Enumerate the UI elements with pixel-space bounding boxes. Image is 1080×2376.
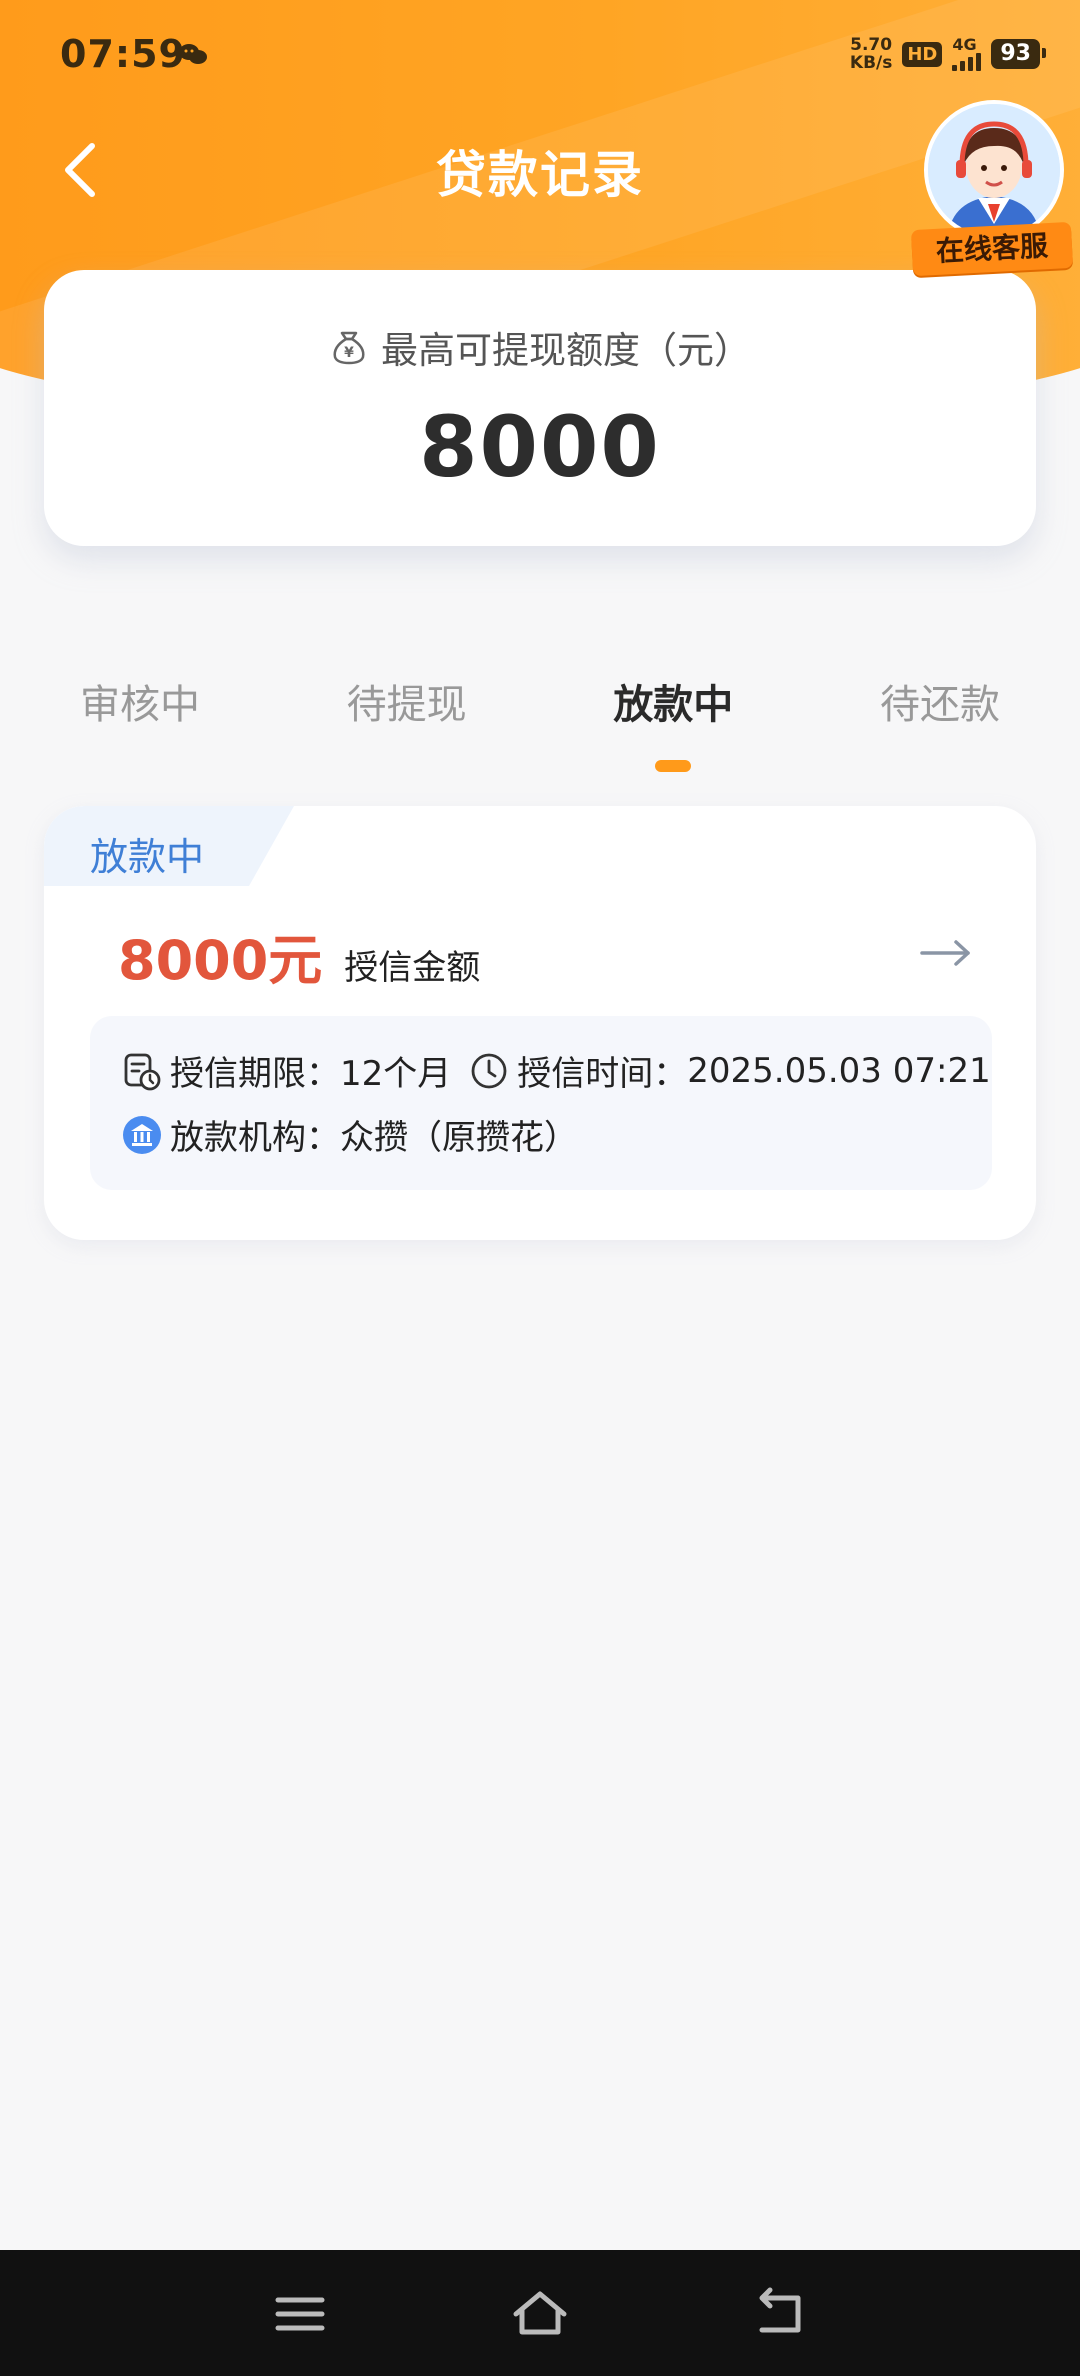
service-label: 在线客服 [910, 221, 1074, 277]
arrow-right-icon[interactable] [920, 938, 972, 968]
time-label: 授信时间： [517, 1054, 688, 1094]
tab-reviewing[interactable]: 审核中 [70, 672, 210, 782]
tab-disbursing-label: 放款中 [613, 682, 734, 728]
credit-amount-label: 授信金额 [344, 948, 481, 988]
institution-row: 放款机构： 众攒（原攒花） [122, 1110, 578, 1159]
back-nav-icon[interactable] [750, 2286, 810, 2342]
active-tab-indicator [655, 760, 692, 772]
institution-value: 众攒（原攒花） [340, 1118, 578, 1158]
amount-row: 8000元 授信金额 [118, 916, 480, 995]
battery-icon: 93 [991, 39, 1046, 69]
quota-label-row: ¥ 最高可提现额度（元） [44, 320, 1036, 374]
institution-label: 放款机构： [170, 1118, 340, 1158]
tab-disbursing[interactable]: 放款中 [603, 672, 743, 782]
signal-icon: 4G [952, 37, 982, 71]
money-bag-icon: ¥ [333, 331, 365, 365]
status-time: 07:59 [60, 32, 186, 76]
svg-text:¥: ¥ [344, 345, 354, 361]
time-value: 2025.05.03 07:21 [687, 1050, 991, 1091]
tab-pending-withdrawal[interactable]: 待提现 [337, 672, 477, 782]
online-service-button[interactable]: 在线客服 [910, 96, 1074, 277]
wechat-icon [179, 44, 207, 64]
credit-info-row: 授信期限： 12个月 授信时间： 2025.05.03 07:21 [122, 1046, 991, 1095]
quota-card: ¥ 最高可提现额度（元） 8000 [44, 270, 1036, 546]
status-bar: 07:59 5.70 KB/s HD 4G 93 [0, 0, 1080, 110]
status-tag-label: 放款中 [90, 835, 205, 879]
home-icon[interactable] [510, 2286, 570, 2342]
quota-value: 8000 [419, 398, 661, 496]
clock-icon [471, 1053, 507, 1088]
agent-icon [928, 104, 1060, 236]
service-agent-avatar [924, 100, 1064, 240]
bank-icon [123, 1115, 161, 1154]
network-speed: 5.70 KB/s [849, 35, 893, 73]
system-navigation-bar [0, 2250, 1080, 2376]
credit-info-box: 授信期限： 12个月 授信时间： 2025.05.03 07:21 放款机构： … [90, 1016, 992, 1190]
credit-amount: 8000元 [118, 929, 323, 992]
quota-label: 最高可提现额度（元） [381, 329, 751, 372]
tab-pending-repayment[interactable]: 待还款 [870, 672, 1010, 782]
loan-record-card[interactable]: 放款中 8000元 授信金额 授信期限： 12个月 授信时间： 2025.05.… [44, 806, 1036, 1240]
term-value: 12个月 [340, 1054, 452, 1094]
hd-icon: HD [902, 41, 943, 67]
term-label: 授信期限： [170, 1054, 340, 1094]
status-tabs: 审核中 待提现 放款中 待还款 [0, 672, 1080, 782]
loan-records-screen: 07:59 5.70 KB/s HD 4G 93 贷款记录 在线客服 ¥ 最高可… [0, 0, 1080, 2376]
status-indicators: 5.70 KB/s HD 4G 93 [849, 35, 1046, 73]
calendar-clock-icon [124, 1053, 161, 1090]
menu-icon[interactable] [270, 2286, 330, 2342]
